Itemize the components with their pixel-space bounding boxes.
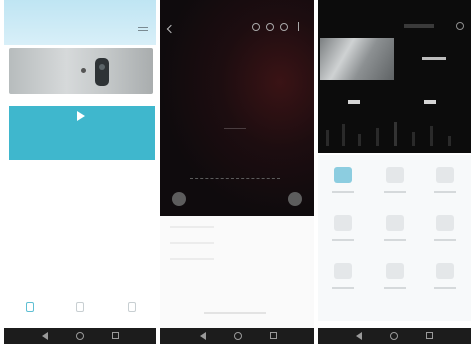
tab-me[interactable] bbox=[128, 302, 138, 314]
feature-icon bbox=[334, 263, 352, 279]
tab-discover[interactable] bbox=[76, 302, 86, 314]
android-nav-bar bbox=[318, 328, 471, 344]
nav-home-icon[interactable] bbox=[76, 332, 84, 340]
feature-tile[interactable] bbox=[422, 159, 470, 209]
feature-icon bbox=[436, 215, 454, 231]
graph-bar bbox=[412, 132, 415, 146]
feature-icon bbox=[436, 167, 454, 183]
stat-value bbox=[348, 100, 360, 104]
feature-icon bbox=[334, 215, 352, 231]
camera-led-icon bbox=[81, 68, 86, 73]
feature-icon bbox=[386, 263, 404, 279]
playback-options-panel bbox=[160, 216, 314, 328]
feature-label bbox=[384, 287, 406, 289]
feature-tile[interactable] bbox=[372, 159, 420, 209]
profile-icon bbox=[128, 302, 136, 312]
talk-button[interactable] bbox=[172, 192, 186, 206]
footer-hint bbox=[204, 312, 266, 314]
feature-label bbox=[332, 287, 354, 289]
menu-item[interactable] bbox=[170, 242, 214, 244]
nav-back-icon[interactable] bbox=[356, 332, 362, 340]
graph-bar bbox=[342, 124, 345, 146]
camera-device-image bbox=[95, 58, 109, 86]
feature-grid bbox=[318, 155, 471, 321]
nav-recent-icon[interactable] bbox=[270, 332, 277, 339]
nav-back-icon[interactable] bbox=[42, 332, 48, 340]
more-icon[interactable] bbox=[298, 22, 299, 31]
snapshot-icon[interactable] bbox=[252, 23, 260, 31]
graph-bar bbox=[358, 134, 361, 146]
nav-recent-icon[interactable] bbox=[112, 332, 119, 339]
discover-icon bbox=[76, 302, 84, 312]
feature-icon bbox=[386, 167, 404, 183]
nav-back-icon[interactable] bbox=[200, 332, 206, 340]
feature-label bbox=[384, 239, 406, 241]
nav-recent-icon[interactable] bbox=[426, 332, 433, 339]
graph-bar bbox=[376, 128, 379, 146]
feature-label bbox=[332, 191, 354, 193]
bottom-tab-bar bbox=[4, 296, 156, 322]
nav-home-icon[interactable] bbox=[234, 332, 242, 340]
graph-bar bbox=[448, 136, 451, 146]
android-nav-bar bbox=[4, 328, 156, 344]
tab-devices[interactable] bbox=[26, 302, 36, 314]
stat-value bbox=[424, 100, 436, 104]
mute-icon[interactable] bbox=[280, 23, 288, 31]
phone-device-screen bbox=[318, 0, 471, 344]
feature-label bbox=[434, 191, 456, 193]
feature-tile[interactable] bbox=[422, 255, 470, 305]
camera-preview-card[interactable] bbox=[9, 48, 153, 94]
camera-thumbnail[interactable] bbox=[320, 38, 394, 80]
menu-icon[interactable] bbox=[138, 27, 148, 33]
feature-tile[interactable] bbox=[372, 207, 420, 257]
menu-item[interactable] bbox=[170, 258, 214, 260]
back-icon[interactable] bbox=[166, 24, 176, 34]
play-icon[interactable] bbox=[77, 111, 85, 121]
feature-icon bbox=[436, 263, 454, 279]
feature-tile[interactable] bbox=[422, 207, 470, 257]
feature-icon bbox=[386, 215, 404, 231]
nav-home-icon[interactable] bbox=[390, 332, 398, 340]
feature-label bbox=[384, 191, 406, 193]
menu-item[interactable] bbox=[170, 226, 214, 228]
phone-home-screen bbox=[4, 0, 156, 344]
feature-label bbox=[332, 239, 354, 241]
camera-lens-icon bbox=[99, 64, 105, 70]
video-view[interactable] bbox=[160, 0, 314, 216]
feature-label bbox=[434, 287, 456, 289]
feature-tile[interactable] bbox=[320, 207, 368, 257]
feature-tile[interactable] bbox=[372, 255, 420, 305]
device-name bbox=[404, 24, 434, 28]
live-view-card[interactable] bbox=[9, 106, 155, 160]
video-indicator bbox=[224, 128, 246, 129]
device-info bbox=[422, 57, 446, 60]
phone-playback-screen bbox=[160, 0, 314, 344]
device-header bbox=[318, 0, 471, 153]
playback-timeline[interactable] bbox=[190, 178, 280, 179]
feature-label bbox=[434, 239, 456, 241]
activity-graph bbox=[326, 122, 451, 146]
record-icon[interactable] bbox=[266, 23, 274, 31]
feature-tile[interactable] bbox=[320, 255, 368, 305]
gear-icon[interactable] bbox=[456, 22, 464, 30]
feature-tile[interactable] bbox=[320, 159, 368, 209]
fullscreen-button[interactable] bbox=[288, 192, 302, 206]
graph-bar bbox=[326, 130, 329, 146]
android-nav-bar bbox=[160, 328, 314, 344]
screenshot-collage bbox=[0, 0, 471, 344]
feature-icon bbox=[334, 167, 352, 183]
graph-bar bbox=[430, 126, 433, 146]
graph-bar bbox=[394, 122, 397, 146]
home-header bbox=[4, 0, 156, 45]
devices-icon bbox=[26, 302, 34, 312]
